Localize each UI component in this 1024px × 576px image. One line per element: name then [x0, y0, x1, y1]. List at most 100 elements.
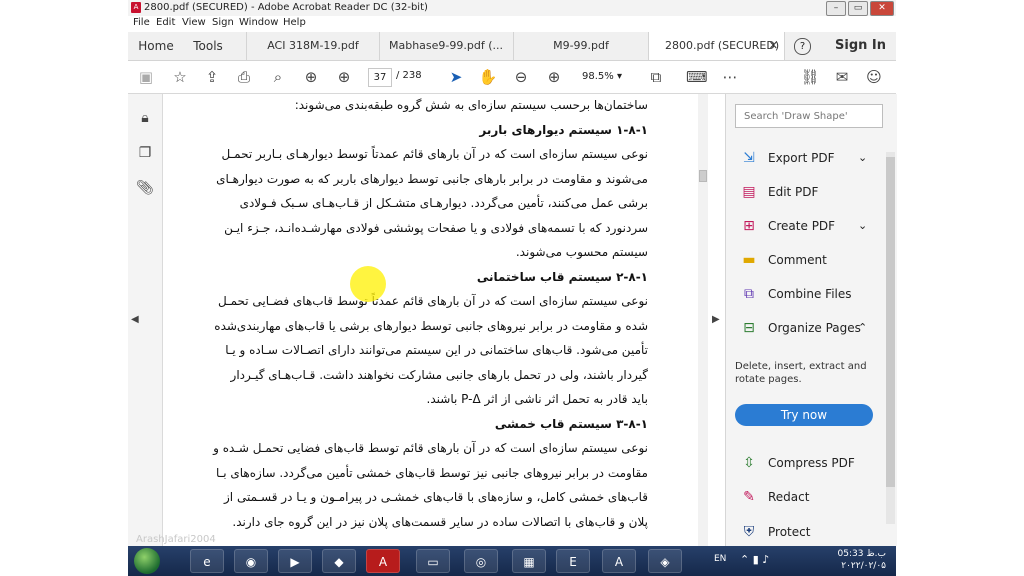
- select-cursor-icon[interactable]: ➤: [446, 68, 466, 86]
- tool-compress-pdf[interactable]: ⇳ Compress PDF: [740, 452, 890, 474]
- tool-organize-pages[interactable]: ⊟ Organize Pages ⌃: [740, 317, 890, 339]
- acrobat-app-icon: A: [131, 2, 141, 13]
- document-text-line: تأمین می‌شود. قاب‌های ساختمانی در این سی…: [225, 343, 648, 357]
- bookmark-star-icon[interactable]: ☆: [170, 68, 190, 86]
- try-now-button[interactable]: Try now: [735, 404, 873, 426]
- document-text-line: ساختمان‌ها برحسب سیستم سازه‌ای به شش گرو…: [294, 98, 648, 112]
- minimize-button[interactable]: –: [826, 1, 846, 16]
- document-text-line: باید قادر به تحمل اثر ناشی از اثر P-Δ با…: [426, 392, 648, 406]
- more-tools-icon[interactable]: ⋯: [720, 68, 740, 86]
- sign-in-button[interactable]: Sign In: [835, 32, 886, 60]
- section-heading: ۳-۸-۱ سیستم قاب خمشی: [494, 416, 648, 431]
- zoom-level-value: 98.5%: [582, 71, 614, 82]
- document-text-line: گیردار باشند، ولی در تحمل بارهای جانبی م…: [230, 367, 648, 382]
- tray-icons[interactable]: ⌃ ▮ ♪: [740, 553, 769, 566]
- help-icon[interactable]: ?: [794, 38, 811, 55]
- acrobat-taskbar-icon[interactable]: A: [366, 549, 400, 573]
- comment-icon: ▬: [742, 252, 756, 268]
- close-window-button[interactable]: ✕: [870, 1, 894, 16]
- document-scroll-thumb[interactable]: [699, 170, 707, 182]
- start-button[interactable]: [134, 548, 160, 574]
- attachment-icon[interactable]: 📎︎: [136, 180, 154, 198]
- tool-create-pdf[interactable]: ⊞ Create PDF ⌄: [740, 215, 890, 237]
- clock-time[interactable]: 05:33 ب.ظ: [826, 549, 886, 559]
- tab-doc-mabhase[interactable]: Mabhase9-99.pdf (...: [379, 32, 514, 60]
- tool-protect[interactable]: ⛨ Protect: [740, 521, 890, 543]
- create-pdf-icon: ⊞: [743, 218, 755, 234]
- close-tab-icon[interactable]: ✕: [769, 32, 778, 60]
- chevron-down-icon[interactable]: ⌄: [858, 147, 867, 169]
- keyboard-tool-icon[interactable]: ⌨: [686, 68, 708, 86]
- firefox-icon[interactable]: ◉: [234, 549, 268, 573]
- watermark: ArashJafari2004: [136, 534, 216, 545]
- zoom-level-select[interactable]: 98.5% ▾: [578, 68, 626, 85]
- tab-tools[interactable]: Tools: [188, 32, 228, 60]
- document-scrollbar[interactable]: [698, 94, 708, 546]
- menu-file[interactable]: File: [133, 17, 150, 28]
- collapse-left-pane-icon[interactable]: ◀: [131, 314, 139, 325]
- print-icon[interactable]: ⎙: [234, 68, 254, 86]
- tool-comment-label: Comment: [768, 253, 827, 267]
- menu-sign[interactable]: Sign: [212, 17, 234, 28]
- page-number-input[interactable]: 37: [368, 68, 392, 87]
- chevron-down-icon[interactable]: ⌄: [858, 215, 867, 237]
- grid-app-icon[interactable]: ▦: [512, 549, 546, 573]
- next-page-icon[interactable]: ⊕: [334, 68, 354, 86]
- tool-edit-pdf[interactable]: ▤ Edit PDF: [740, 181, 890, 203]
- media-player-icon[interactable]: ▶: [278, 549, 312, 573]
- tool-combine-files[interactable]: ⧉ Combine Files: [740, 283, 890, 305]
- document-page: ساختمان‌ها برحسب سیستم سازه‌ای به شش گرو…: [163, 94, 708, 546]
- left-nav-pane: 🔒︎ ❐ 📎︎ ◀: [128, 94, 163, 546]
- tools-search-input[interactable]: Search 'Draw Shape': [735, 104, 883, 128]
- title-bar: A 2800.pdf (SECURED) - Adobe Acrobat Rea…: [128, 0, 896, 17]
- tab-doc-aci[interactable]: ACI 318M-19.pdf: [246, 32, 380, 60]
- file-explorer-icon[interactable]: ▭: [416, 549, 450, 573]
- zoom-in-icon[interactable]: ⊕: [544, 68, 564, 86]
- tab-home[interactable]: Home: [134, 32, 178, 60]
- menu-window[interactable]: Window: [239, 17, 278, 28]
- tool-comment[interactable]: ▬ Comment: [740, 249, 890, 271]
- tool-create-pdf-label: Create PDF: [768, 219, 836, 233]
- photos-icon[interactable]: ◈: [648, 549, 682, 573]
- menu-edit[interactable]: Edit: [156, 17, 175, 28]
- language-indicator[interactable]: EN: [714, 554, 726, 564]
- organize-pages-icon: ⊟: [743, 320, 755, 336]
- tab-doc-2800[interactable]: 2800.pdf (SECURED) ✕: [649, 32, 785, 60]
- tools-pane-scroll-thumb[interactable]: [886, 157, 895, 487]
- menu-help[interactable]: Help: [283, 17, 306, 28]
- autocad-icon[interactable]: A: [602, 549, 636, 573]
- save-icon[interactable]: ▣: [136, 68, 156, 86]
- hand-tool-icon[interactable]: ✋: [478, 68, 498, 86]
- previous-page-icon[interactable]: ⊕: [301, 68, 321, 86]
- tool-combine-files-label: Combine Files: [768, 287, 852, 301]
- tools-pane-scrollbar[interactable]: [886, 152, 895, 524]
- excel-icon[interactable]: E: [556, 549, 590, 573]
- clock-date[interactable]: ۲۰۲۲/۰۲/۰۵: [826, 561, 886, 571]
- expand-right-pane-icon[interactable]: ▶: [712, 314, 720, 325]
- tool-edit-pdf-label: Edit PDF: [768, 185, 819, 199]
- tab-doc-aci-label: ACI 318M-19.pdf: [267, 39, 359, 52]
- section-heading: ۲-۸-۱ سیستم قاب ساختمانی: [476, 269, 648, 284]
- pages-thumbnail-icon[interactable]: ❐: [136, 145, 154, 163]
- link-icon[interactable]: ⛓: [800, 68, 820, 86]
- chrome-icon[interactable]: ◎: [464, 549, 498, 573]
- lock-icon[interactable]: 🔒︎: [136, 110, 154, 128]
- email-icon[interactable]: ✉: [832, 68, 852, 86]
- combine-files-icon: ⧉: [744, 286, 754, 302]
- tool-export-pdf-label: Export PDF: [768, 151, 835, 165]
- upload-share-icon[interactable]: ⇪: [202, 68, 222, 86]
- tool-redact[interactable]: ✎ Redact: [740, 486, 890, 508]
- tab-doc-m9[interactable]: M9-99.pdf: [514, 32, 649, 60]
- account-icon[interactable]: ☺: [864, 68, 884, 86]
- shield-icon: ⛨: [743, 524, 755, 540]
- visual-studio-icon[interactable]: ◆: [322, 549, 356, 573]
- document-text-line: نوعی سیستم سازه‌ای است که در آن بارهای ق…: [217, 294, 648, 308]
- zoom-out-icon[interactable]: ⊖: [511, 68, 531, 86]
- internet-explorer-icon[interactable]: e: [190, 549, 224, 573]
- chevron-up-icon[interactable]: ⌃: [858, 317, 867, 339]
- tool-export-pdf[interactable]: ⇲ Export PDF ⌄: [740, 147, 890, 169]
- restore-button[interactable]: ▭: [848, 1, 868, 16]
- zoom-search-icon[interactable]: ⌕: [268, 68, 288, 86]
- page-display-icon[interactable]: ⧉: [646, 68, 666, 86]
- menu-view[interactable]: View: [182, 17, 206, 28]
